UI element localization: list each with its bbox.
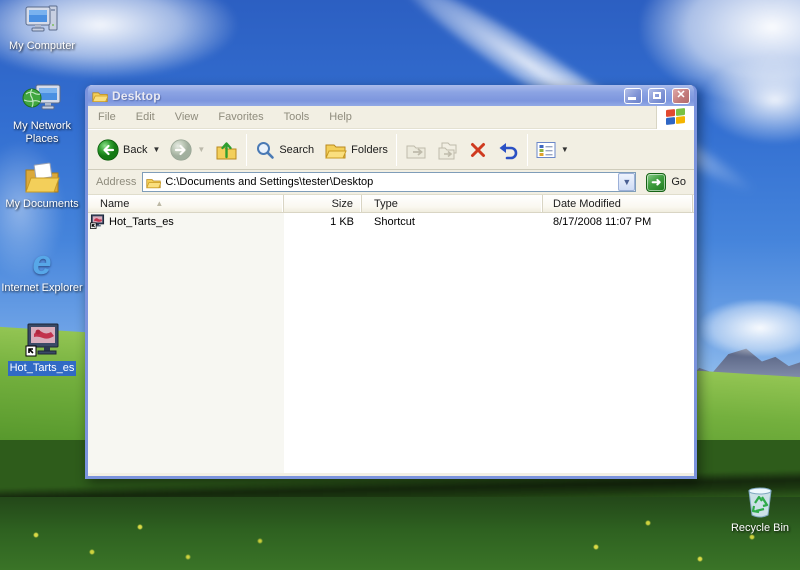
- forward-dropdown-caret[interactable]: ▼: [197, 145, 205, 154]
- back-label: Back: [123, 143, 148, 156]
- forward-icon: [170, 138, 192, 161]
- search-button[interactable]: Search: [250, 133, 319, 167]
- shortcut-file-icon: [90, 214, 105, 229]
- menu-edit[interactable]: Edit: [126, 111, 165, 123]
- desktop-icon-my-documents[interactable]: My Documents: [0, 160, 84, 211]
- up-button[interactable]: [210, 133, 243, 167]
- desktop-icon-my-network-places[interactable]: My Network Places: [0, 82, 84, 146]
- desktop-icon-my-computer[interactable]: My Computer: [0, 2, 84, 53]
- desktop-icon-recycle-bin[interactable]: Recycle Bin: [718, 484, 800, 535]
- go-label: Go: [671, 176, 686, 188]
- undo-icon: [499, 142, 518, 159]
- title-bar[interactable]: Desktop ✕: [88, 85, 694, 106]
- desktop-icon-label: My Computer: [8, 40, 76, 52]
- delete-button[interactable]: [464, 133, 492, 167]
- column-header-name-label: Name: [100, 197, 130, 210]
- address-label: Address: [96, 176, 137, 188]
- cloud: [700, 55, 800, 145]
- copy-to-icon: [438, 142, 457, 159]
- sorted-column-shading: [88, 213, 284, 473]
- views-dropdown-caret[interactable]: ▼: [561, 145, 569, 154]
- desktop-icon-label-selected: Hot_Tarts_es: [7, 361, 77, 376]
- column-header-size[interactable]: Size: [284, 195, 362, 212]
- address-bar: Address C:\Documents and Settings\tester…: [88, 170, 694, 195]
- desktop-icon-internet-explorer[interactable]: e Internet Explorer: [0, 244, 84, 295]
- menu-favorites[interactable]: Favorites: [208, 111, 273, 123]
- maximize-button[interactable]: [648, 87, 666, 104]
- address-path: C:\Documents and Settings\tester\Desktop: [165, 176, 374, 188]
- file-type-cell: Shortcut: [374, 215, 415, 228]
- file-size-cell: 1 KB: [330, 215, 354, 228]
- folder-icon: [92, 91, 108, 102]
- column-header-type[interactable]: Type: [362, 195, 543, 212]
- windows-logo: [656, 105, 694, 129]
- desktop-icon-label: Internet Explorer: [1, 282, 83, 294]
- column-header-type-label: Type: [374, 197, 398, 210]
- minimize-button[interactable]: [624, 87, 642, 104]
- desktop-icon-label: My Network Places: [12, 120, 72, 145]
- column-header-date-modified[interactable]: Date Modified: [543, 195, 693, 212]
- go-button[interactable]: ➜: [646, 172, 667, 192]
- menu-file[interactable]: File: [88, 111, 126, 123]
- back-button[interactable]: Back ▼: [92, 133, 165, 167]
- undo-button[interactable]: [492, 133, 524, 167]
- column-header-date-label: Date Modified: [553, 197, 621, 210]
- go-group: ➜ Go: [642, 172, 690, 192]
- menu-help[interactable]: Help: [319, 111, 362, 123]
- column-header-name[interactable]: Name ▲: [88, 195, 284, 212]
- toolbar-separator: [526, 133, 528, 166]
- recycle-bin-icon: [718, 484, 800, 520]
- internet-explorer-icon: e: [32, 244, 52, 282]
- sort-ascending-icon: ▲: [155, 199, 164, 208]
- folders-button[interactable]: Folders: [319, 133, 393, 167]
- delete-x-icon: [470, 142, 485, 157]
- desktop-icon-hot-tarts[interactable]: Hot_Tarts_es: [0, 322, 84, 376]
- cloud: [700, 300, 800, 356]
- desktop-icon-label: My Documents: [5, 198, 79, 210]
- hot-tarts-shortcut-icon: [0, 322, 84, 358]
- toolbar: Back ▼ ▼ Search Folders ▼: [88, 129, 694, 170]
- menu-tools[interactable]: Tools: [274, 111, 320, 123]
- file-name-cell: Hot_Tarts_es: [88, 214, 284, 229]
- my-computer-icon: [0, 2, 84, 38]
- address-input[interactable]: C:\Documents and Settings\tester\Desktop…: [142, 172, 637, 192]
- folders-label: Folders: [351, 143, 388, 156]
- search-icon: [257, 141, 275, 159]
- toolbar-separator: [246, 133, 248, 166]
- back-dropdown-caret[interactable]: ▼: [152, 145, 160, 154]
- views-button[interactable]: ▼: [531, 133, 574, 167]
- menu-bar: File Edit View Favorites Tools Help: [88, 105, 694, 129]
- file-name: Hot_Tarts_es: [109, 215, 174, 228]
- file-list: Hot_Tarts_es 1 KB Shortcut 8/17/2008 11:…: [88, 213, 694, 473]
- folder-icon: [146, 178, 162, 188]
- grass-foreground: [0, 497, 800, 570]
- my-network-places-icon: [0, 82, 84, 118]
- explorer-window: Desktop ✕ File Edit View Favorites Tools…: [85, 85, 697, 479]
- folders-icon: [325, 144, 347, 158]
- move-to-button-disabled[interactable]: [400, 133, 432, 167]
- toolbar-separator: [395, 133, 397, 166]
- column-headers: Name ▲ Size Type Date Modified: [88, 195, 694, 213]
- desktop-wallpaper: My Computer My Network Places My Documen: [0, 0, 800, 570]
- move-to-icon: [406, 145, 426, 158]
- views-icon: [536, 141, 556, 158]
- forward-button-disabled[interactable]: ▼: [165, 133, 210, 167]
- address-dropdown-button[interactable]: ▼: [618, 173, 636, 191]
- back-icon: [97, 138, 119, 161]
- my-documents-icon: [0, 160, 84, 196]
- column-header-size-label: Size: [331, 197, 353, 210]
- copy-to-button-disabled[interactable]: [432, 133, 464, 167]
- close-button[interactable]: ✕: [672, 87, 690, 104]
- menu-view[interactable]: View: [165, 111, 209, 123]
- file-date-modified-cell: 8/17/2008 11:07 PM: [553, 215, 652, 228]
- up-folder-icon: [216, 141, 237, 159]
- search-label: Search: [279, 143, 315, 156]
- desktop-icon-label: Recycle Bin: [730, 522, 790, 534]
- window-title: Desktop: [112, 88, 161, 103]
- file-row[interactable]: Hot_Tarts_es 1 KB Shortcut 8/17/2008 11:…: [88, 213, 694, 230]
